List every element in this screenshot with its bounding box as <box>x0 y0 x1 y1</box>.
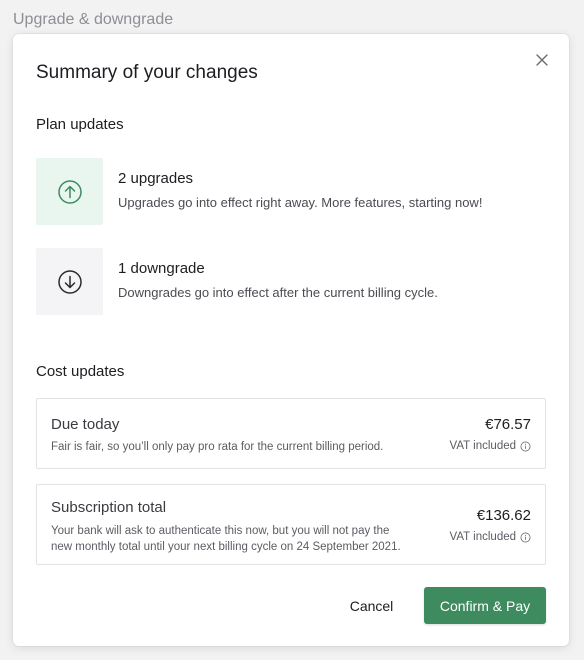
upgrade-heading: 2 upgrades <box>118 170 194 187</box>
info-icon[interactable] <box>520 532 531 543</box>
subscription-total-description-line1: Your bank will ask to authenticate this … <box>51 525 390 537</box>
downgrade-icon-box <box>36 248 103 315</box>
confirm-pay-button[interactable]: Confirm & Pay <box>424 587 546 624</box>
subscription-total-title: Subscription total <box>51 499 167 516</box>
upgrade-icon-box <box>36 158 103 225</box>
vat-label: VAT included <box>449 531 516 543</box>
due-today-description: Fair is fair, so you’ll only pay pro rat… <box>51 441 384 453</box>
vat-label: VAT included <box>449 440 516 452</box>
plan-updates-heading: Plan updates <box>36 116 124 133</box>
subscription-total-vat: VAT included <box>450 531 531 543</box>
upgrade-description: Upgrades go into effect right away. More… <box>118 195 483 210</box>
summary-modal: Summary of your changes Plan updates 2 u… <box>13 34 569 646</box>
page-background-title: Upgrade & downgrade <box>13 11 174 28</box>
subscription-total-card: Subscription total Your bank will ask to… <box>36 484 546 565</box>
downgrade-description: Downgrades go into effect after the curr… <box>118 285 438 300</box>
arrow-down-circle-icon <box>57 269 82 294</box>
subscription-total-amount: €136.62 <box>476 507 531 524</box>
arrow-up-circle-icon <box>57 179 82 204</box>
due-today-amount: €76.57 <box>485 416 531 433</box>
cost-updates-heading: Cost updates <box>36 363 125 380</box>
due-today-card: Due today Fair is fair, so you’ll only p… <box>36 398 546 469</box>
modal-title: Summary of your changes <box>36 62 258 83</box>
subscription-total-description-line2: new monthly total until your next billin… <box>51 541 401 553</box>
close-icon[interactable] <box>535 53 549 67</box>
due-today-title: Due today <box>51 416 120 433</box>
info-icon[interactable] <box>520 441 531 452</box>
due-today-vat: VAT included <box>450 440 531 452</box>
downgrade-heading: 1 downgrade <box>118 260 205 277</box>
cancel-button[interactable]: Cancel <box>333 587 410 624</box>
